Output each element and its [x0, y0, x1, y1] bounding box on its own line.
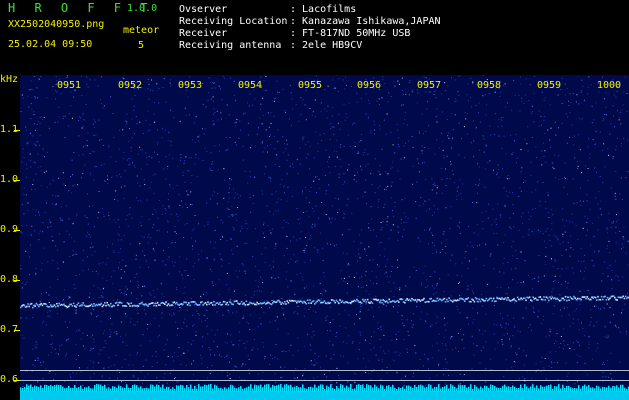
app-version: 1.0.0	[127, 3, 158, 14]
x-tick-label: 0954	[238, 80, 263, 91]
info-label-receiver: Receiver	[179, 28, 228, 39]
info-value-antenna: : 2ele HB9CV	[290, 40, 363, 51]
x-tick-label: 1000	[597, 80, 622, 91]
info-label-observer: Ovserver	[179, 4, 228, 15]
info-value-receiver: : FT-817ND 50MHz USB	[290, 28, 411, 39]
spectrogram	[20, 75, 629, 400]
x-tick-label: 0956	[357, 80, 382, 91]
x-tick-label: 0952	[118, 80, 143, 91]
y-tick	[14, 130, 20, 131]
meteor-count: 5	[138, 40, 145, 51]
y-tick	[14, 180, 20, 181]
filename: XX2502040950.png	[8, 19, 105, 30]
header-panel: H R O F F T 1.0.0 XX2502040950.png 25.02…	[0, 0, 629, 75]
info-label-antenna: Receiving antenna	[179, 40, 282, 51]
y-tick	[14, 280, 20, 281]
datetime: 25.02.04 09:50	[8, 39, 93, 50]
signal-trace	[20, 295, 629, 309]
baseline-band	[20, 391, 629, 400]
info-label-location: Receiving Location	[179, 16, 288, 27]
y-axis-unit: kHz	[0, 74, 19, 85]
y-tick	[14, 380, 20, 381]
y-tick	[14, 230, 20, 231]
x-tick-label: 0955	[298, 80, 323, 91]
x-tick-label: 0959	[537, 80, 562, 91]
y-tick	[14, 330, 20, 331]
x-tick-label: 0953	[178, 80, 203, 91]
reference-line-upper	[20, 370, 629, 371]
x-tick-label: 0958	[477, 80, 502, 91]
noise-layer	[20, 75, 629, 392]
spectrogram-svg	[20, 75, 629, 400]
meteor-label: meteor	[123, 25, 160, 36]
baseline-spikes	[20, 384, 629, 391]
x-tick-label: 0951	[57, 80, 82, 91]
info-value-observer: : Lacofilms	[290, 4, 357, 15]
info-value-location: : Kanazawa Ishikawa,JAPAN	[290, 16, 441, 27]
reference-line-lower	[20, 380, 629, 381]
x-tick-label: 0957	[417, 80, 442, 91]
